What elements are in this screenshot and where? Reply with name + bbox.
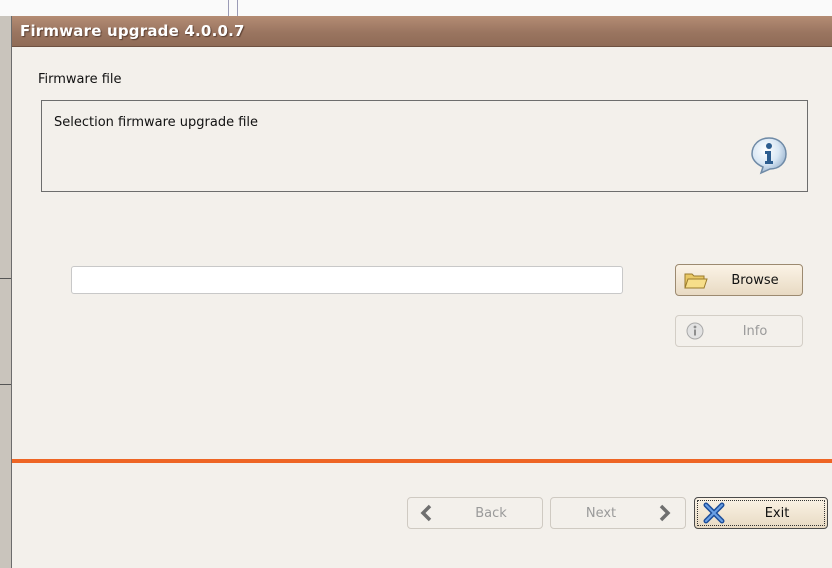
exit-button[interactable]: Exit [694,497,828,529]
title-bar[interactable]: Firmware upgrade 4.0.0.7 [12,16,832,47]
background-divider [0,384,11,385]
back-label: Back [475,505,507,521]
window-title: Firmware upgrade 4.0.0.7 [20,22,245,40]
chevron-left-icon [420,504,432,522]
background-divider [0,278,11,279]
folder-icon [684,273,708,289]
section-label: Firmware file [38,72,122,87]
close-icon [703,502,725,524]
chevron-right-icon [659,504,671,522]
next-label: Next [585,505,617,521]
browse-button[interactable]: Browse [675,264,803,296]
exit-label: Exit [764,505,790,521]
info-icon [751,137,787,175]
background-window-element [228,0,238,16]
background-window [0,0,832,16]
info-icon [686,322,704,340]
info-label: Info [742,323,768,339]
orange-separator [12,459,832,463]
description-text: Selection firmware upgrade file [54,115,259,130]
back-button[interactable]: Back [407,497,543,529]
info-button[interactable]: Info [675,315,803,347]
next-button[interactable]: Next [550,497,686,529]
description-panel: Selection firmware upgrade file [41,100,808,192]
firmware-upgrade-dialog: Firmware upgrade 4.0.0.7 Firmware file S… [11,16,832,568]
browse-label: Browse [731,272,779,288]
firmware-file-input[interactable] [71,266,623,294]
